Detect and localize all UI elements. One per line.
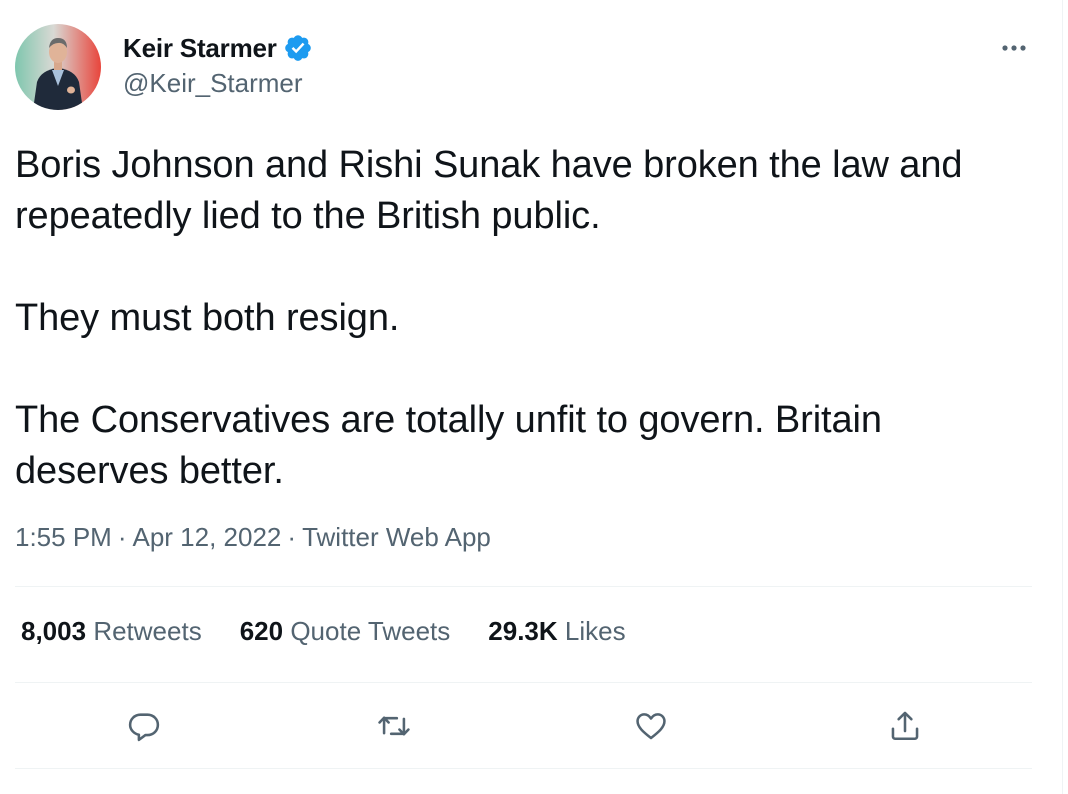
quote-tweets-stat[interactable]: 620 Quote Tweets: [240, 616, 451, 647]
more-options-button[interactable]: [996, 36, 1036, 60]
divider: [15, 768, 1032, 769]
author-display-name[interactable]: Keir Starmer: [123, 33, 277, 64]
retweets-label: Retweets: [93, 616, 202, 646]
tweet-paragraph: The Conservatives are totally unfit to g…: [15, 399, 882, 492]
tweet-time[interactable]: 1:55 PM: [15, 522, 112, 552]
tweet-detail: Keir Starmer @Keir_Starmer Boris Johnson…: [0, 0, 1040, 794]
like-button[interactable]: [627, 702, 675, 750]
tweet-paragraph: They must both resign.: [15, 297, 400, 339]
verified-badge-icon: [284, 35, 311, 61]
tweet-text: Boris Johnson and Rishi Sunak have broke…: [15, 140, 1015, 497]
tweet-paragraph: Boris Johnson and Rishi Sunak have broke…: [15, 144, 963, 237]
author-handle[interactable]: @Keir_Starmer: [123, 68, 303, 99]
likes-stat[interactable]: 29.3K Likes: [488, 616, 625, 647]
author-name-row: Keir Starmer: [123, 32, 313, 64]
likes-count: 29.3K: [488, 616, 558, 646]
reply-icon: [128, 713, 160, 742]
tweet-page: Keir Starmer @Keir_Starmer Boris Johnson…: [0, 0, 1068, 794]
profile-photo-icon: [15, 24, 101, 110]
retweet-icon: [378, 716, 410, 736]
retweets-count: 8,003: [21, 616, 87, 646]
retweet-button[interactable]: [370, 702, 418, 750]
quote-tweets-count: 620: [239, 616, 284, 646]
likes-label: Likes: [564, 616, 626, 646]
tweet-source[interactable]: Twitter Web App: [302, 522, 491, 552]
retweets-stat[interactable]: 8,003 Retweets: [21, 616, 202, 647]
share-icon: [891, 711, 919, 741]
tweet-date[interactable]: Apr 12, 2022: [133, 522, 282, 552]
quote-tweets-label: Quote Tweets: [290, 616, 451, 646]
divider: [15, 682, 1032, 683]
share-button[interactable]: [881, 702, 929, 750]
column-border: [1062, 0, 1063, 794]
reply-button[interactable]: [120, 702, 168, 750]
more-horizontal-icon: [1002, 45, 1026, 51]
divider: [15, 586, 1032, 587]
meta-separator: ·: [287, 522, 297, 552]
tweet-timestamp-line: 1:55 PM · Apr 12, 2022 · Twitter Web App: [15, 522, 491, 553]
heart-icon: [636, 713, 666, 740]
tweet-action-bar: [0, 702, 1040, 750]
avatar[interactable]: [15, 24, 101, 110]
meta-separator: ·: [117, 522, 127, 552]
tweet-stats: 8,003 Retweets 620 Quote Tweets 29.3K Li…: [21, 616, 664, 647]
